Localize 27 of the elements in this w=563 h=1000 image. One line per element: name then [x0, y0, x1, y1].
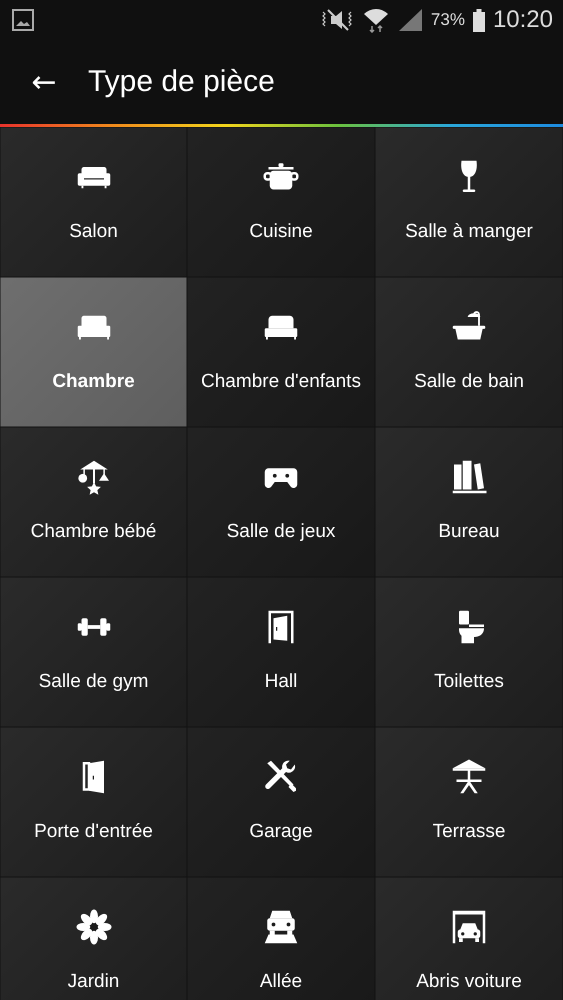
- room-type-tile[interactable]: Chambre: [0, 277, 187, 427]
- image-notification-icon: [12, 9, 34, 31]
- room-type-tile[interactable]: Abris voiture: [375, 877, 563, 1000]
- room-type-tile[interactable]: Chambre d'enfants: [187, 277, 375, 427]
- room-type-tile[interactable]: Garage: [187, 727, 375, 877]
- back-button[interactable]: ←: [0, 64, 88, 100]
- room-type-tile[interactable]: Salle de gym: [0, 577, 187, 727]
- room-type-tile[interactable]: Porte d'entrée: [0, 727, 187, 877]
- room-type-tile[interactable]: Cuisine: [187, 127, 375, 277]
- wifi-icon: [362, 7, 389, 33]
- room-type-tile[interactable]: Chambre bébé: [0, 427, 187, 577]
- page-title: Type de pièce: [88, 65, 275, 99]
- room-type-tile[interactable]: Terrasse: [375, 727, 563, 877]
- room-type-tile[interactable]: Toilettes: [375, 577, 563, 727]
- room-type-tile[interactable]: Salle de bain: [375, 277, 563, 427]
- room-type-tile[interactable]: Bureau: [375, 427, 563, 577]
- flower-icon: [74, 907, 114, 947]
- signal-icon: [396, 8, 423, 32]
- battery-icon: [472, 8, 485, 32]
- room-type-tile[interactable]: Hall: [187, 577, 375, 727]
- room-type-tile[interactable]: Salon: [0, 127, 187, 277]
- room-type-tile[interactable]: Jardin: [0, 877, 187, 1000]
- room-type-tile[interactable]: Allée: [187, 877, 375, 1000]
- room-type-tile[interactable]: Salle de jeux: [187, 427, 375, 577]
- battery-percent: 73%: [430, 10, 465, 30]
- clock: 10:20: [492, 6, 553, 34]
- room-type-tile[interactable]: Salle à manger: [375, 127, 563, 277]
